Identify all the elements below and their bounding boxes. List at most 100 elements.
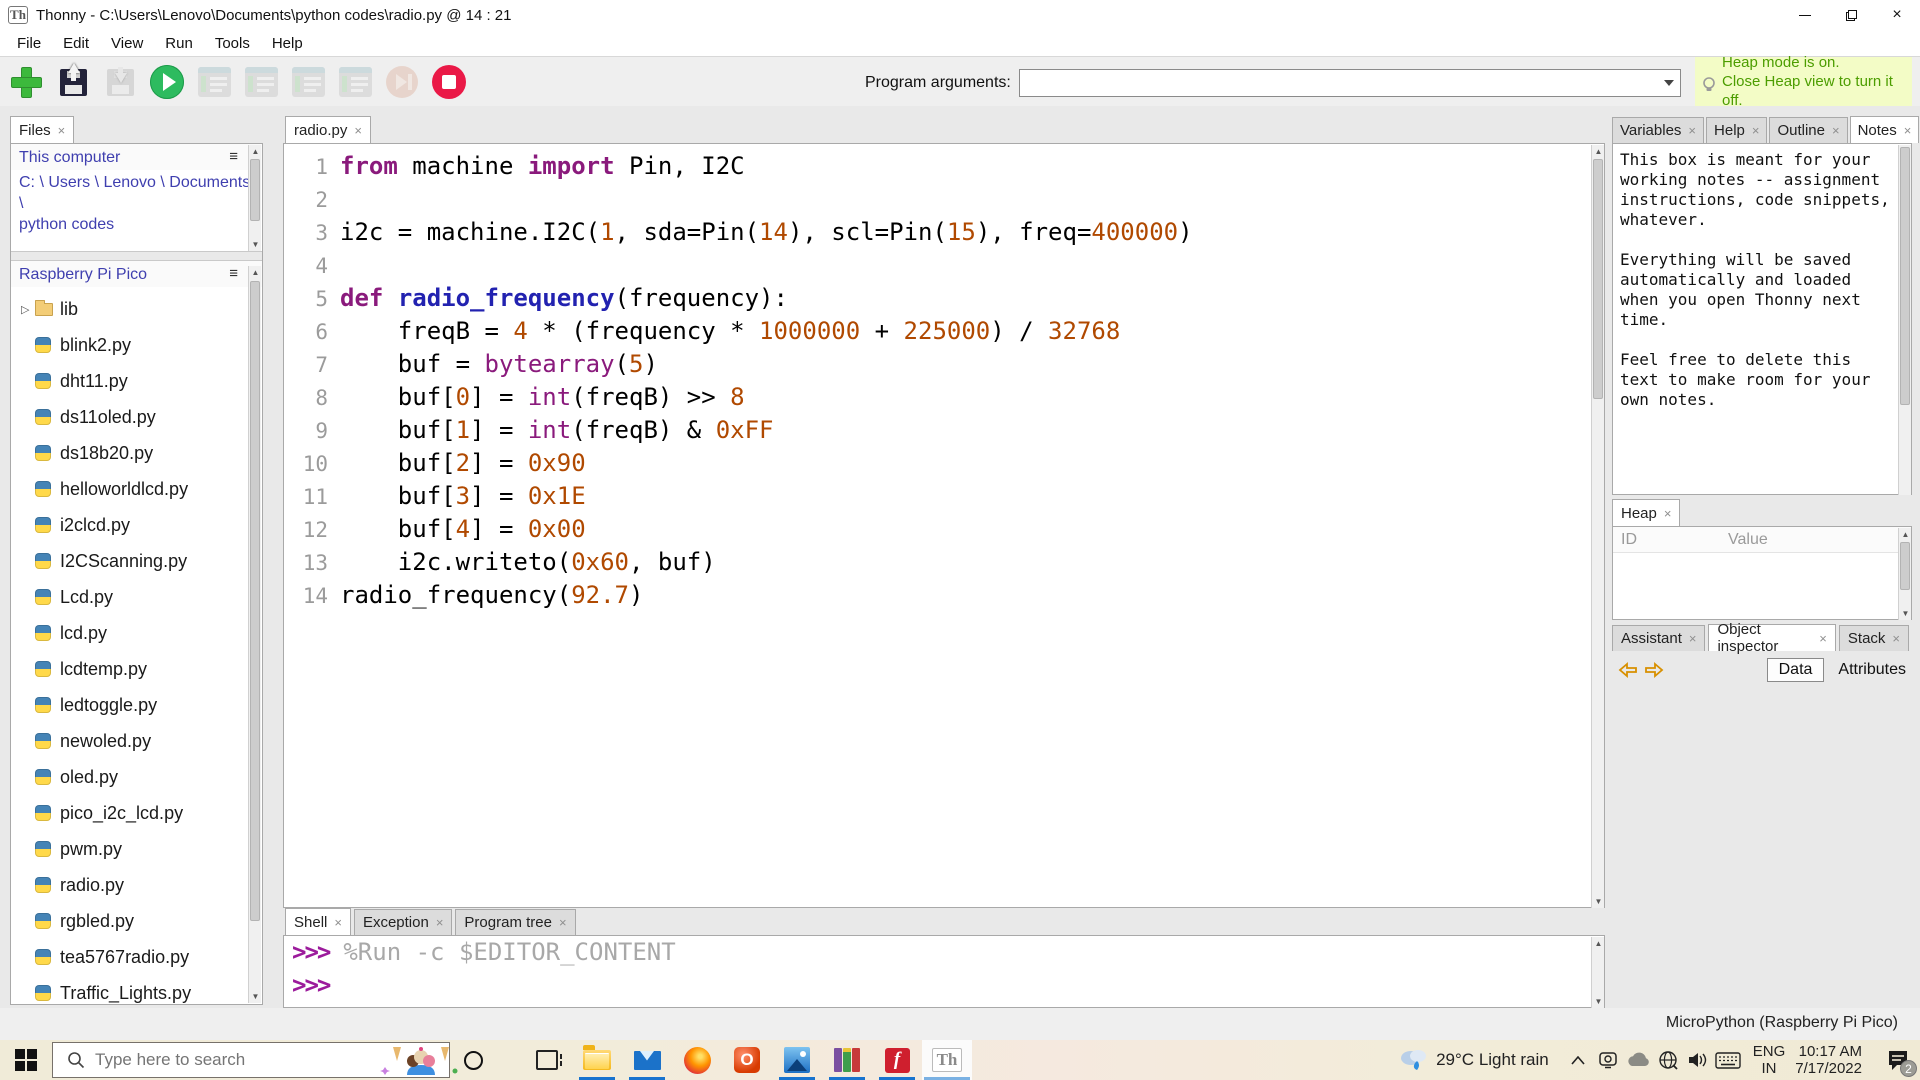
action-center-button[interactable]: 2 (1876, 1040, 1920, 1080)
file-item-pwm-py[interactable]: pwm.py (11, 831, 262, 867)
close-icon[interactable]: × (436, 916, 444, 929)
menu-icon[interactable]: ≡ (229, 265, 238, 282)
f-app-taskbar-button[interactable]: f (872, 1040, 922, 1080)
file-item-ds11oled-py[interactable]: ds11oled.py (11, 399, 262, 435)
code-line[interactable]: 2 (284, 183, 1590, 216)
code-line[interactable]: 7 buf = bytearray(5) (284, 348, 1590, 381)
combobox-dropdown-icon[interactable] (1660, 71, 1679, 95)
file-item-i2clcd-py[interactable]: i2clcd.py (11, 507, 262, 543)
menu-help[interactable]: Help (261, 32, 314, 55)
menu-edit[interactable]: Edit (52, 32, 100, 55)
code-line[interactable]: 10 buf[2] = 0x90 (284, 447, 1590, 480)
close-icon[interactable]: × (1904, 124, 1912, 137)
menu-icon[interactable]: ≡ (229, 148, 238, 165)
volume-icon[interactable] (1683, 1040, 1713, 1080)
attributes-button[interactable]: Attributes (1838, 661, 1906, 679)
close-icon[interactable]: × (334, 916, 342, 929)
menu-file[interactable]: File (6, 32, 52, 55)
run-button[interactable] (149, 64, 185, 100)
winrar-taskbar-button[interactable] (822, 1040, 872, 1080)
code-line[interactable]: 13 i2c.writeto(0x60, buf) (284, 546, 1590, 579)
tab-variables[interactable]: Variables× (1612, 117, 1704, 143)
program-arguments-input[interactable] (1020, 70, 1660, 96)
tab-object-inspector[interactable]: Object inspector× (1708, 624, 1835, 651)
show-hidden-icons-button[interactable] (1563, 1040, 1593, 1080)
menu-run[interactable]: Run (154, 32, 204, 55)
code-line[interactable]: 14radio_frequency(92.7) (284, 579, 1590, 612)
code-line[interactable]: 3i2c = machine.I2C(1, sda=Pin(14), scl=P… (284, 216, 1590, 249)
firefox-taskbar-button[interactable] (672, 1040, 722, 1080)
search-input[interactable] (95, 1050, 345, 1070)
tab-outline[interactable]: Outline× (1769, 117, 1847, 143)
file-item-pico-i2c-lcd-py[interactable]: pico_i2c_lcd.py (11, 795, 262, 831)
search-highlight-icon[interactable] (379, 1045, 465, 1079)
tab-files[interactable]: Files× (10, 116, 74, 143)
code-area[interactable]: 1from machine import Pin, I2C23i2c = mac… (284, 150, 1590, 907)
tab-radio-py[interactable]: radio.py× (285, 116, 371, 143)
file-item-ledtoggle-py[interactable]: ledtoggle.py (11, 687, 262, 723)
notes-panel[interactable]: This box is meant for your working notes… (1612, 143, 1912, 495)
office-taskbar-button[interactable]: O (722, 1040, 772, 1080)
shell-line[interactable]: >>> (284, 969, 1604, 1002)
close-icon[interactable]: × (1819, 632, 1827, 645)
load-button[interactable] (55, 64, 91, 100)
language-indicator[interactable]: ENG IN (1753, 1043, 1786, 1077)
taskbar-search[interactable] (52, 1042, 450, 1078)
code-line[interactable]: 6 freqB = 4 * (frequency * 1000000 + 225… (284, 315, 1590, 348)
heap-scrollbar[interactable]: ▲▼ (1898, 528, 1911, 620)
new-file-button[interactable] (8, 64, 44, 100)
close-icon[interactable]: × (354, 124, 362, 137)
close-icon[interactable]: × (1689, 632, 1697, 645)
file-item-dht11-py[interactable]: dht11.py (11, 363, 262, 399)
close-icon[interactable]: × (1688, 124, 1696, 137)
tab-assistant[interactable]: Assistant× (1612, 625, 1705, 651)
back-arrow-icon[interactable] (1618, 662, 1638, 678)
stop-button[interactable] (431, 64, 467, 100)
onedrive-icon[interactable] (1623, 1040, 1653, 1080)
close-icon[interactable]: × (1832, 124, 1840, 137)
code-line[interactable]: 1from machine import Pin, I2C (284, 150, 1590, 183)
file-item-lcdtemp-py[interactable]: lcdtemp.py (11, 651, 262, 687)
close-icon[interactable]: × (1664, 507, 1672, 520)
tab-shell[interactable]: Shell× (285, 908, 351, 935)
weather-widget[interactable]: 29°C Light rain (1398, 1047, 1549, 1073)
start-button[interactable] (0, 1040, 52, 1080)
tab-notes[interactable]: Notes× (1850, 116, 1920, 143)
file-item-lcd-py[interactable]: Lcd.py (11, 579, 262, 615)
meet-now-icon[interactable] (1593, 1040, 1623, 1080)
minimize-button[interactable] (1782, 0, 1828, 30)
editor-scrollbar[interactable]: ▲▼ (1591, 145, 1604, 908)
close-icon[interactable]: × (1752, 124, 1760, 137)
thonny-taskbar-button[interactable]: Th (922, 1040, 972, 1080)
notes-text[interactable]: This box is meant for your working notes… (1620, 150, 1895, 430)
menu-view[interactable]: View (100, 32, 154, 55)
tab-heap[interactable]: Heap× (1612, 499, 1680, 526)
forward-arrow-icon[interactable] (1644, 662, 1664, 678)
file-item-lib[interactable]: ▷lib (11, 291, 262, 327)
file-item-newoled-py[interactable]: newoled.py (11, 723, 262, 759)
shell[interactable]: >>>%Run -c $EDITOR_CONTENT>>> ▲▼ (283, 935, 1605, 1008)
shell-scrollbar[interactable]: ▲▼ (1591, 937, 1604, 1008)
close-icon[interactable]: × (58, 124, 66, 137)
file-item-radio-py[interactable]: radio.py (11, 867, 262, 903)
computer-scrollbar[interactable]: ▲▼ (248, 145, 261, 251)
network-globe-icon[interactable] (1653, 1040, 1683, 1080)
device-scrollbar[interactable]: ▲▼ (248, 266, 261, 1003)
close-icon[interactable]: × (1892, 632, 1900, 645)
close-icon[interactable]: × (559, 916, 567, 929)
restore-button[interactable] (1828, 0, 1874, 30)
photos-taskbar-button[interactable] (772, 1040, 822, 1080)
notes-scrollbar[interactable] (1898, 145, 1911, 495)
program-arguments-combobox[interactable] (1019, 69, 1681, 97)
menu-tools[interactable]: Tools (204, 32, 261, 55)
file-item-tea5767radio-py[interactable]: tea5767radio.py (11, 939, 262, 975)
data-button[interactable]: Data (1767, 658, 1825, 682)
mail-taskbar-button[interactable] (622, 1040, 672, 1080)
file-item-ds18b20-py[interactable]: ds18b20.py (11, 435, 262, 471)
file-item-i2cscanning-py[interactable]: I2CScanning.py (11, 543, 262, 579)
code-line[interactable]: 12 buf[4] = 0x00 (284, 513, 1590, 546)
code-line[interactable]: 4 (284, 249, 1590, 282)
touch-keyboard-icon[interactable] (1713, 1040, 1743, 1080)
file-explorer-taskbar-button[interactable] (572, 1040, 622, 1080)
file-item-oled-py[interactable]: oled.py (11, 759, 262, 795)
